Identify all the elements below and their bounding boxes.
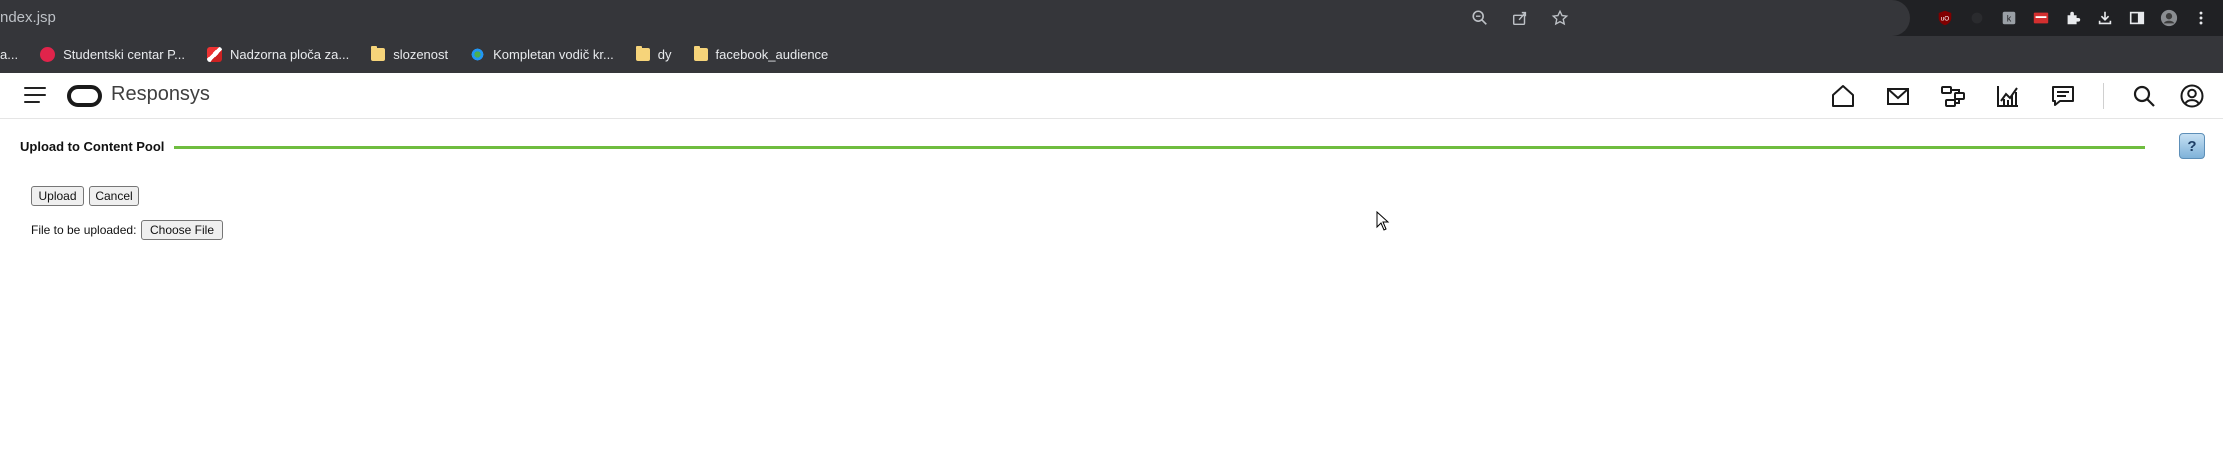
- title-divider: [174, 146, 2145, 149]
- bookmark-folder[interactable]: slozenost: [371, 36, 448, 73]
- menu-icon[interactable]: [2191, 8, 2211, 28]
- bookmark-label: facebook_audience: [715, 47, 829, 62]
- profile-icon[interactable]: [2159, 8, 2179, 28]
- svg-text:k: k: [2007, 14, 2012, 24]
- page-title: Upload to Content Pool: [20, 139, 165, 154]
- puzzle-icon[interactable]: [2063, 8, 2083, 28]
- address-bar[interactable]: ndex.jsp: [0, 0, 1910, 36]
- bookmark-item[interactable]: Nadzorna ploča za...: [206, 36, 350, 73]
- brand-name: Responsys: [111, 83, 210, 105]
- hamburger-menu-icon[interactable]: [24, 87, 46, 105]
- side-panel-icon[interactable]: [2127, 8, 2147, 28]
- search-icon[interactable]: [2129, 81, 2159, 111]
- bookmark-item[interactable]: a...: [0, 36, 18, 73]
- upload-button[interactable]: Upload: [31, 186, 84, 206]
- red-circle-icon: [40, 47, 56, 62]
- extension-icon[interactable]: k: [1999, 8, 2019, 28]
- app-header: Responsys: [0, 73, 2223, 119]
- help-button[interactable]: ?: [2179, 133, 2205, 159]
- omnibox-actions: [1470, 8, 1570, 28]
- file-upload-label: File to be uploaded:: [31, 223, 137, 237]
- bookmark-label: slozenost: [393, 47, 449, 62]
- download-icon[interactable]: [2095, 8, 2115, 28]
- bookmark-item[interactable]: Kompletan vodič kr...: [470, 36, 614, 73]
- choose-file-button[interactable]: Choose File: [141, 220, 223, 240]
- bookmark-label: Nadzorna ploča za...: [229, 47, 350, 62]
- share-icon[interactable]: [1510, 8, 1530, 28]
- ublock-icon[interactable]: uO: [1935, 8, 1955, 28]
- extension-icon[interactable]: [2031, 8, 2051, 28]
- chat-icon[interactable]: [2048, 81, 2078, 111]
- folder-icon: [371, 46, 386, 61]
- folder-icon: [635, 46, 650, 61]
- url-text[interactable]: ndex.jsp: [0, 9, 56, 26]
- insight-icon[interactable]: [1993, 81, 2023, 111]
- bookmark-label: dy: [657, 47, 672, 62]
- bookmarks-bar: a... Studentski centar P... Nadzorna plo…: [0, 36, 2223, 73]
- svg-text:uO: uO: [1941, 16, 1950, 23]
- bookmark-folder[interactable]: facebook_audience: [693, 36, 829, 73]
- extensions-area: uO k: [1935, 8, 2211, 28]
- image-icon: [206, 47, 222, 62]
- folder-icon: [693, 46, 708, 61]
- bookmark-label: Studentski centar P...: [63, 47, 185, 62]
- bookmark-label: Kompletan vodič kr...: [493, 47, 614, 62]
- mouse-cursor-icon: [1376, 211, 1390, 231]
- bookmark-folder[interactable]: dy: [635, 36, 672, 73]
- bookmark-item[interactable]: Studentski centar P...: [40, 36, 185, 73]
- extension-icon[interactable]: [1967, 8, 1987, 28]
- colorful-icon: [470, 47, 486, 62]
- bookmark-label: a...: [0, 47, 19, 62]
- header-divider: [2103, 83, 2104, 109]
- zoom-icon[interactable]: [1470, 8, 1490, 28]
- user-icon[interactable]: [2177, 81, 2207, 111]
- mail-icon[interactable]: [1883, 81, 1913, 111]
- home-icon[interactable]: [1828, 81, 1858, 111]
- header-nav: [1803, 73, 2223, 119]
- oracle-logo-icon: [67, 85, 102, 107]
- program-icon[interactable]: [1938, 81, 1968, 111]
- cancel-button[interactable]: Cancel: [89, 186, 139, 206]
- star-icon[interactable]: [1550, 8, 1570, 28]
- browser-toolbar: ndex.jsp uO k: [0, 0, 2223, 36]
